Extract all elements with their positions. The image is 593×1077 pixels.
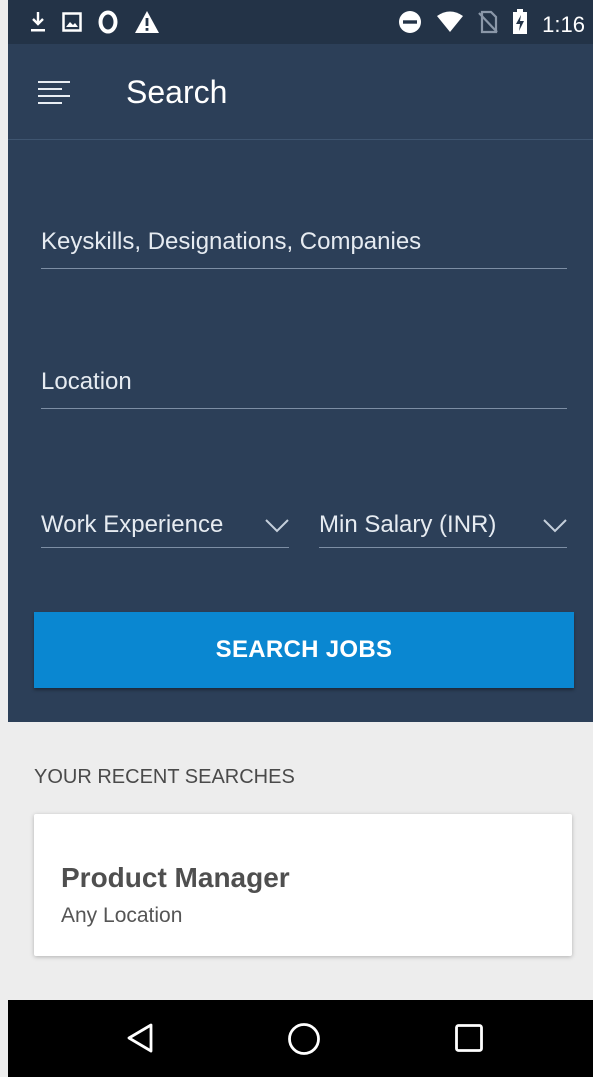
download-icon <box>30 10 46 39</box>
app-bar: Search <box>8 44 593 140</box>
back-icon[interactable] <box>125 1022 155 1059</box>
min-salary-dropdown[interactable]: Min Salary (INR) <box>319 505 567 548</box>
status-bar: 1:16 <box>8 0 593 44</box>
warning-icon <box>134 10 160 39</box>
status-bar-right: 1:16 <box>398 9 585 40</box>
recent-searches-heading: YOUR RECENT SEARCHES <box>34 766 295 788</box>
status-time: 1:16 <box>542 11 585 37</box>
search-panel: Keyskills, Designations, Companies Locat… <box>8 140 593 722</box>
do-not-disturb-icon <box>398 10 422 39</box>
keyskills-placeholder: Keyskills, Designations, Companies <box>41 228 422 255</box>
battery-charging-icon <box>512 9 528 40</box>
work-experience-dropdown[interactable]: Work Experience <box>41 505 289 548</box>
chevron-down-icon <box>543 519 567 533</box>
min-salary-label: Min Salary (INR) <box>319 511 497 538</box>
work-experience-label: Work Experience <box>41 511 224 538</box>
wifi-icon <box>436 10 464 39</box>
location-input[interactable]: Location <box>41 360 567 409</box>
opera-icon <box>98 10 118 39</box>
location-placeholder: Location <box>41 368 132 395</box>
no-sim-icon <box>478 10 498 39</box>
recents-icon[interactable] <box>454 1022 484 1059</box>
hamburger-menu-icon[interactable] <box>38 81 70 105</box>
chevron-down-icon <box>265 519 289 533</box>
keyskills-input[interactable]: Keyskills, Designations, Companies <box>41 220 567 269</box>
page-title: Search <box>126 74 228 110</box>
recent-search-title: Product Manager <box>61 862 290 893</box>
navigation-bar <box>8 1000 593 1077</box>
image-icon <box>62 12 82 37</box>
home-icon[interactable] <box>287 1022 321 1061</box>
recent-search-location: Any Location <box>61 904 183 927</box>
recent-search-card[interactable]: Product Manager Any Location <box>34 814 572 956</box>
search-jobs-button[interactable]: SEARCH JOBS <box>34 612 574 688</box>
status-bar-left <box>30 10 160 39</box>
